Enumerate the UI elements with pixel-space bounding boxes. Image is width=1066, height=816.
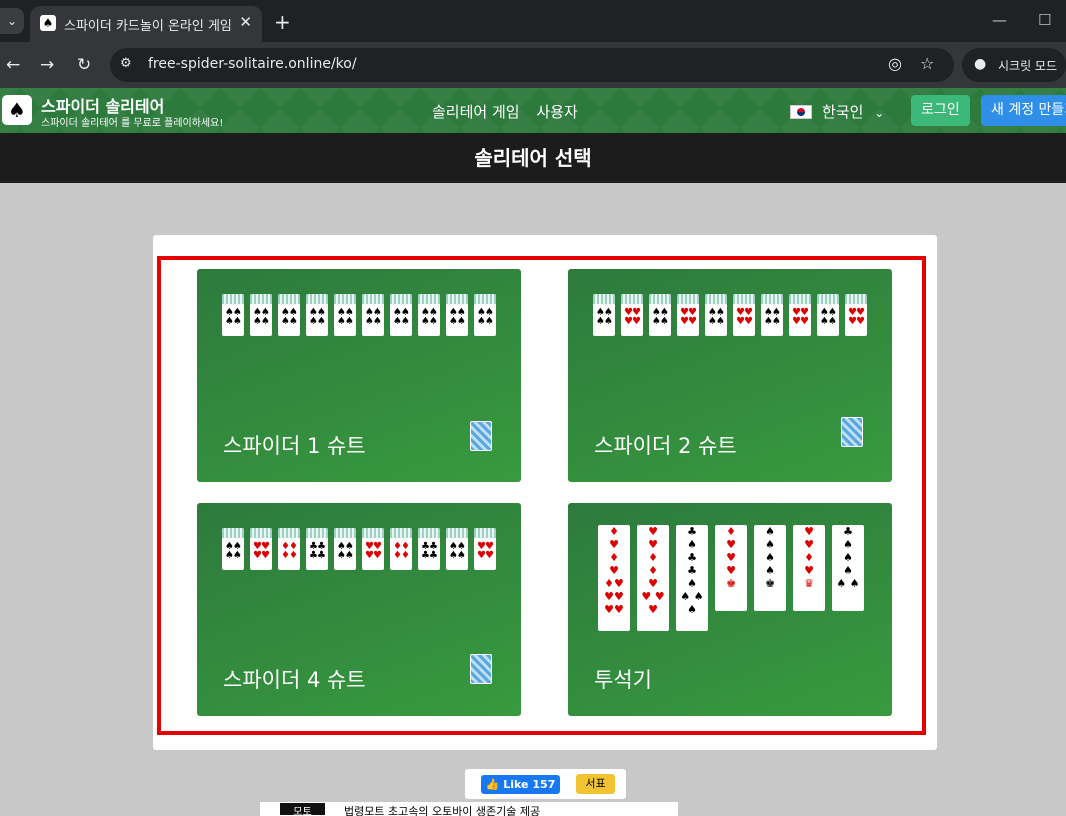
mini-card: ♠♠ ♠♠ xyxy=(593,294,615,336)
mini-card: ♦♦ ♦♦ xyxy=(278,528,300,570)
site-header: ♠ 스파이더 솔리테어 스파이더 솔리테어 를 무료로 플레이하세요! 솔리테어… xyxy=(0,88,1066,133)
mini-card: ♠♠ ♠♠ xyxy=(817,294,839,336)
mini-card: ♠♠ ♠♠ xyxy=(474,294,496,336)
facebook-like-button[interactable]: 👍 Like 157 xyxy=(481,775,560,794)
ad-text: 법령모트 초고속의 오토바이 생존기술 제공 xyxy=(344,805,541,816)
url-text: free-spider-solitaire.online/ko/ xyxy=(148,56,357,72)
mini-card: ♠♠ ♠♠ xyxy=(250,294,272,336)
deck-icon xyxy=(470,421,492,451)
card-column: ♣ ♠ ♠ ♠ ♠ ♠ xyxy=(832,525,864,611)
address-bar[interactable]: ⚙ free-spider-solitaire.online/ko/ ◎ ☆ xyxy=(110,48,954,82)
card-column: ♦ ♥ ♥ ♥ ♚ xyxy=(715,525,747,611)
mini-card: ♠♠ ♠♠ xyxy=(761,294,783,336)
mini-card: ♦♦ ♦♦ xyxy=(390,528,412,570)
social-box: 👍 Like 157 서표 xyxy=(465,769,626,799)
incognito-icon: ● xyxy=(974,56,987,72)
mini-card: ♠♠ ♠♠ xyxy=(705,294,727,336)
nav-users[interactable]: 사용자 xyxy=(536,103,577,121)
mini-card: ♠♠ ♠♠ xyxy=(390,294,412,336)
site-tagline: 스파이더 솔리테어 를 무료로 플레이하세요! xyxy=(41,118,224,129)
deck-icon xyxy=(470,654,492,684)
browser-tab[interactable]: ♠ 스파이더 카드놀이 온라인 게임 ✕ xyxy=(30,6,262,42)
ad-logo: 모토 xyxy=(280,803,325,816)
game-card-spider-1-suit[interactable]: ♠♠ ♠♠ ♠♠ ♠♠ ♠♠ ♠♠ ♠♠ ♠♠ ♠♠ ♠♠ ♠♠ ♠♠ ♠♠ ♠♠ ♠♠ ♠♠ ♠♠ ♠♠ ♠♠ ♠♠… xyxy=(197,269,521,482)
card-column: ♦ ♥ ♦ ♥ ♦♥ ♥♥ ♥♥ xyxy=(598,525,630,631)
mini-card: ♥♥ ♥♥ xyxy=(733,294,755,336)
mini-card: ♥♥ ♥♥ xyxy=(677,294,699,336)
login-button[interactable]: 로그인 xyxy=(911,95,970,126)
incognito-indicator[interactable]: ● 시크릿 모드 xyxy=(962,48,1066,82)
minimize-icon[interactable]: — xyxy=(992,11,1007,29)
star-icon[interactable]: ☆ xyxy=(920,54,934,73)
game-title: 스파이더 2 슈트 xyxy=(594,434,737,458)
game-card-spider-2-suits[interactable]: ♠♠ ♠♠ ♥♥ ♥♥ ♠♠ ♠♠ ♥♥ ♥♥ ♠♠ ♠♠ ♥♥ ♥♥ ♠♠ ♠♠ ♥♥ ♥♥ ♠♠ ♠♠ ♥♥ ♥♥… xyxy=(568,269,892,482)
mini-card: ♠♠ ♠♠ xyxy=(418,294,440,336)
browser-toolbar: ← → ↻ ⚙ free-spider-solitaire.online/ko/… xyxy=(0,42,1066,88)
card-column: ♥ ♥ ♦ ♥ ♛ xyxy=(793,525,825,611)
reload-icon[interactable]: ↻ xyxy=(77,55,91,75)
back-icon[interactable]: ← xyxy=(6,55,20,75)
card-column: ♣ ♠ ♣ ♣ ♠ ♠ ♠ ♠ xyxy=(676,525,708,631)
card-column: ♥ ♥ ♦ ♦ ♥ ♥ ♥ ♥ xyxy=(637,525,669,631)
tab-search-icon[interactable]: ⌄ xyxy=(0,8,24,34)
new-tab-icon[interactable]: + xyxy=(274,10,291,34)
chevron-down-icon: ⌄ xyxy=(874,106,885,120)
mini-card: ♠♠ ♠♠ xyxy=(222,294,244,336)
eye-off-icon[interactable]: ◎ xyxy=(888,54,902,73)
nav-solitaire-games[interactable]: 솔리테어 게임 xyxy=(432,103,520,121)
mini-card: ♠♠ ♠♠ xyxy=(446,294,468,336)
game-title: 스파이더 1 슈트 xyxy=(223,434,366,458)
mini-card: ♠♠ ♠♠ xyxy=(649,294,671,336)
language-label: 한국인 xyxy=(822,103,864,121)
close-tab-icon[interactable]: ✕ xyxy=(239,13,252,31)
card-column: ♠ ♠ ♠ ♠ ♚ xyxy=(754,525,786,611)
mini-card: ♠♠ ♠♠ xyxy=(362,294,384,336)
deck-icon xyxy=(841,417,863,447)
top-nav: 솔리테어 게임 사용자 xyxy=(432,101,590,122)
mini-card: ♠♠ ♠♠ xyxy=(278,294,300,336)
mini-card: ♠♠ ♠♠ xyxy=(446,528,468,570)
mini-card: ♣♣ ♣♣ xyxy=(306,528,328,570)
bookmark-button[interactable]: 서표 xyxy=(576,774,615,794)
game-title: 투석기 xyxy=(594,668,652,692)
mini-card: ♥♥ ♥♥ xyxy=(474,528,496,570)
site-settings-icon[interactable]: ⚙ xyxy=(120,56,136,72)
mini-card: ♥♥ ♥♥ xyxy=(362,528,384,570)
game-card-catapult[interactable]: ♦ ♥ ♦ ♥ ♦♥ ♥♥ ♥♥ ♥ ♥ ♦ ♦ ♥ ♥ ♥ ♥ ♣ ♠ ♣ ♣ ♠ ♠ ♠ ♠ ♦ ♥ ♥ ♥ ♚ ♠ ♠ ♠… xyxy=(568,503,892,716)
game-title: 스파이더 4 슈트 xyxy=(223,668,366,692)
maximize-icon[interactable]: ☐ xyxy=(1038,11,1051,29)
mini-card: ♥♥ ♥♥ xyxy=(789,294,811,336)
korea-flag-icon xyxy=(790,105,812,119)
mini-card: ♥♥ ♥♥ xyxy=(621,294,643,336)
mini-card: ♠♠ ♠♠ xyxy=(334,528,356,570)
language-selector[interactable]: 한국인 ⌄ xyxy=(790,101,884,122)
incognito-label: 시크릿 모드 xyxy=(998,59,1058,73)
game-card-spider-4-suits[interactable]: ♠♠ ♠♠ ♥♥ ♥♥ ♦♦ ♦♦ ♣♣ ♣♣ ♠♠ ♠♠ ♥♥ ♥♥ ♦♦ ♦♦ ♣♣ ♣♣ ♠♠ ♠♠ ♥♥ ♥♥… xyxy=(197,503,521,716)
spade-logo-icon[interactable]: ♠ xyxy=(2,95,32,125)
mini-card: ♥♥ ♥♥ xyxy=(845,294,867,336)
forward-icon[interactable]: → xyxy=(40,55,54,75)
mini-card: ♥♥ ♥♥ xyxy=(250,528,272,570)
page-title: 솔리테어 선택 xyxy=(0,133,1066,183)
tab-title: 스파이더 카드놀이 온라인 게임 xyxy=(64,19,232,34)
mini-card: ♠♠ ♠♠ xyxy=(306,294,328,336)
spade-favicon-icon: ♠ xyxy=(40,15,56,31)
like-label: Like 157 xyxy=(503,778,556,791)
ad-banner[interactable]: 모토 법령모트 초고속의 오토바이 생존기술 제공 xyxy=(260,802,678,816)
mini-card: ♣♣ ♣♣ xyxy=(418,528,440,570)
mini-card: ♠♠ ♠♠ xyxy=(222,528,244,570)
browser-tab-bar: ⌄ ♠ 스파이더 카드놀이 온라인 게임 ✕ + — ☐ xyxy=(0,0,1066,42)
signup-button[interactable]: 새 계정 만들기 xyxy=(981,95,1066,126)
mini-card: ♠♠ ♠♠ xyxy=(334,294,356,336)
